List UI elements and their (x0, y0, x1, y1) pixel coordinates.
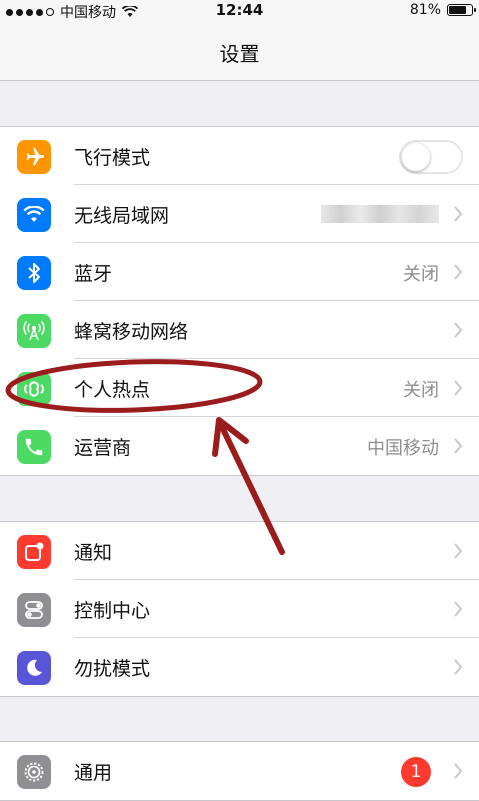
row-value: 关闭 (403, 380, 439, 401)
chevron-right-icon (454, 264, 463, 280)
row-label: 通知 (74, 542, 113, 564)
battery-percent: 81% (409, 2, 441, 18)
row-label: 勿扰模式 (74, 658, 151, 680)
page-title: 设置 (219, 42, 260, 66)
status-time: 12:44 (215, 1, 264, 19)
update-badge: 1 (401, 757, 431, 787)
airplane-mode-toggle[interactable] (399, 140, 463, 174)
settings-group-system: 通知 控制中心 勿扰模式 (0, 521, 479, 697)
wifi-icon (17, 198, 51, 232)
status-bar: 中国移动 12:44 81% (0, 0, 479, 22)
hotspot-icon (17, 372, 51, 406)
network-name-blurred (321, 205, 439, 223)
chevron-right-icon (454, 380, 463, 396)
gear-icon (17, 755, 51, 789)
airplane-icon (17, 140, 51, 174)
row-label: 运营商 (74, 437, 132, 459)
chevron-right-icon (454, 206, 463, 222)
row-label: 个人热点 (74, 379, 151, 401)
row-personal-hotspot[interactable]: 个人热点 关闭 (0, 359, 479, 417)
settings-group-general: 通用 1 (0, 741, 479, 801)
row-value: 关闭 (403, 264, 439, 285)
battery-icon (447, 4, 476, 16)
cellular-icon (17, 314, 51, 348)
moon-icon (17, 651, 51, 685)
row-cellular[interactable]: 蜂窝移动网络 (0, 301, 479, 359)
status-right: 81% (409, 2, 476, 18)
phone-icon (17, 430, 51, 464)
bluetooth-icon (17, 256, 51, 290)
notifications-icon (17, 535, 51, 569)
row-label: 蜂窝移动网络 (74, 321, 189, 343)
row-general[interactable]: 通用 1 (0, 742, 479, 800)
chevron-right-icon (454, 322, 463, 338)
row-airplane-mode: 飞行模式 (0, 127, 479, 185)
navigation-bar: 设置 (0, 22, 479, 81)
row-value: 中国移动 (367, 438, 439, 459)
control-center-icon (17, 593, 51, 627)
chevron-right-icon (454, 543, 463, 559)
row-do-not-disturb[interactable]: 勿扰模式 (0, 638, 479, 696)
chevron-right-icon (454, 601, 463, 617)
row-label: 控制中心 (74, 600, 151, 622)
row-wifi[interactable]: 无线局域网 (0, 185, 479, 243)
chevron-right-icon (454, 659, 463, 675)
row-label: 无线局域网 (74, 205, 170, 227)
settings-group-connectivity: 飞行模式 无线局域网 蓝牙 关闭 蜂窝移动网络 个人热点 关闭 运营商 中国移动 (0, 126, 479, 476)
row-carrier[interactable]: 运营商 中国移动 (0, 417, 479, 475)
row-label: 通用 (74, 762, 113, 784)
chevron-right-icon (454, 438, 463, 454)
row-control-center[interactable]: 控制中心 (0, 580, 479, 638)
row-label: 飞行模式 (74, 147, 151, 169)
row-label: 蓝牙 (74, 263, 113, 285)
row-bluetooth[interactable]: 蓝牙 关闭 (0, 243, 479, 301)
row-notifications[interactable]: 通知 (0, 522, 479, 580)
chevron-right-icon (454, 763, 463, 779)
